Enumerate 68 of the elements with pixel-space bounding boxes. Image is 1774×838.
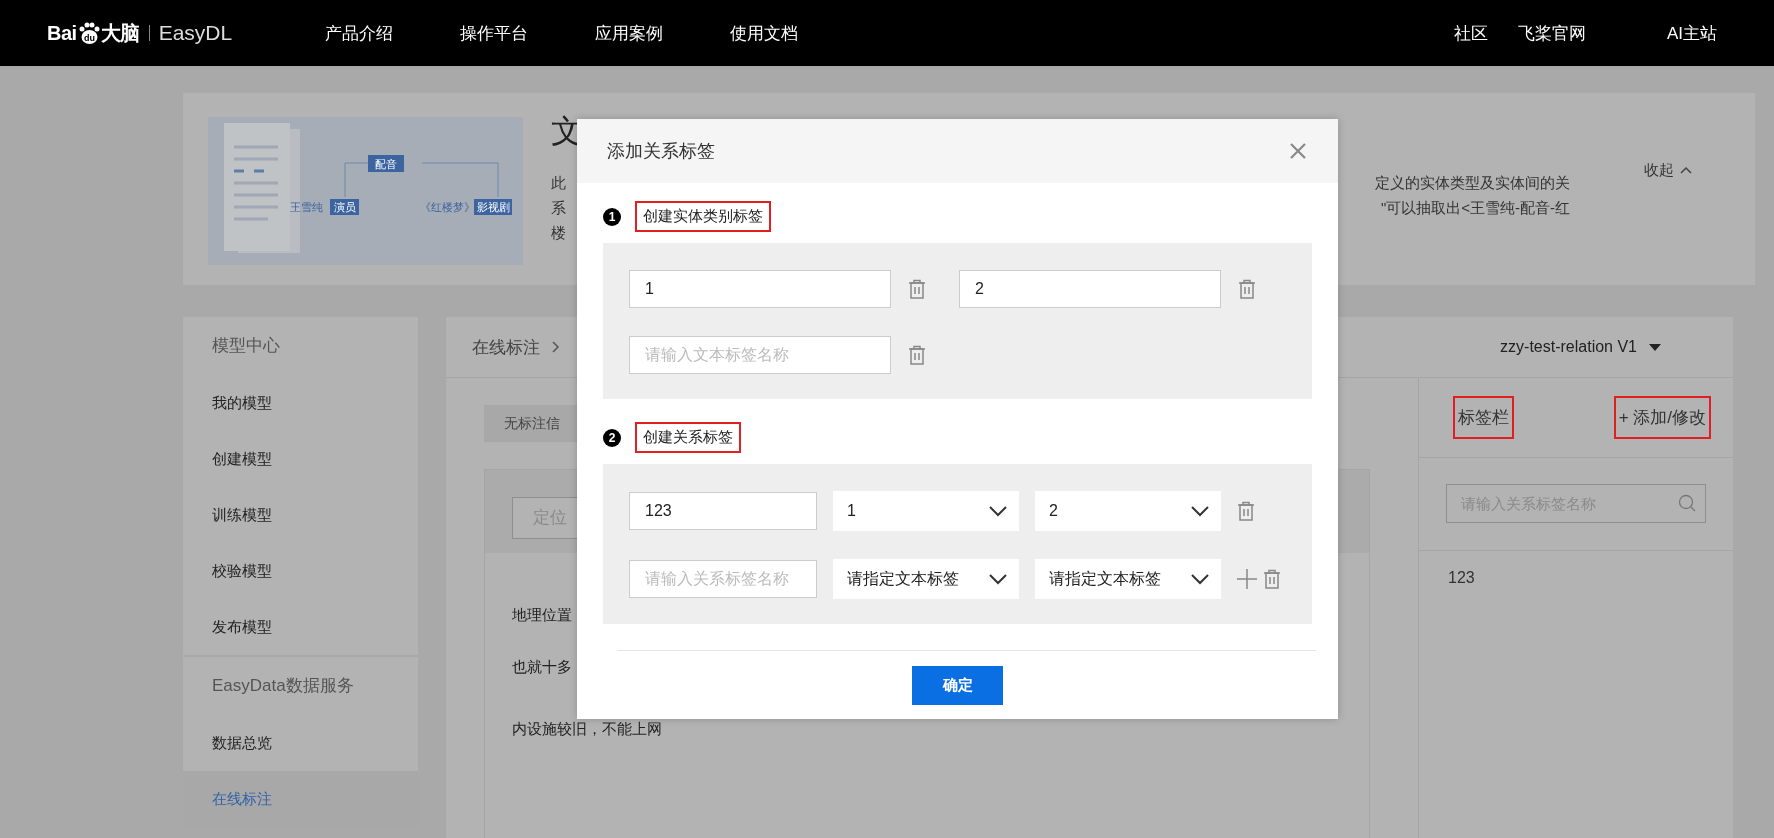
trash-icon[interactable] <box>1238 279 1256 299</box>
nav-link[interactable]: 飞桨官网 <box>1517 21 1586 45</box>
text-input[interactable]: 请输入文本标签名称 <box>629 336 891 374</box>
chevron-right-icon <box>552 341 560 353</box>
description-text: 定义的实体类型及实体间的关 <box>1374 173 1570 193</box>
text-line: 也就十多 <box>512 657 572 677</box>
relation-tag: 配音 <box>368 155 404 172</box>
logo-text[interactable]: Bai <box>47 21 77 45</box>
text-line: 内设施较旧，不能上网 <box>512 719 662 739</box>
text-input[interactable]: 请输入关系标签名称 <box>629 560 817 598</box>
dropdown[interactable]: 请指定文本标签 <box>833 559 1019 599</box>
logo-text[interactable]: 大脑 <box>100 19 140 47</box>
sidebar-item[interactable]: 校验模型 <box>183 543 418 599</box>
sidebar-item[interactable]: 我的模型 <box>183 375 418 431</box>
chevron-down-icon <box>989 505 1007 517</box>
description-text: 此 <box>551 173 567 193</box>
step-number: 2 <box>603 428 621 447</box>
sidebar-item[interactable]: 创建模型 <box>183 431 418 487</box>
sidebar-item[interactable]: 发布模型 <box>183 599 418 655</box>
chevron-down-icon <box>1191 505 1209 517</box>
dropdown[interactable]: 1 <box>833 491 1019 531</box>
nav-link[interactable]: 使用文档 <box>730 21 798 45</box>
plus-icon[interactable] <box>1237 569 1257 589</box>
step-number: 1 <box>603 207 621 226</box>
entity-label: 王雪纯 <box>290 201 323 213</box>
chevron-down-icon <box>989 573 1007 585</box>
nav-link[interactable]: 产品介绍 <box>325 21 393 45</box>
caret-down-icon <box>1649 343 1661 351</box>
confirm-button[interactable]: 确定 <box>912 666 1003 705</box>
description-text: 楼 <box>551 223 567 243</box>
dropdown[interactable]: 2 <box>1035 491 1221 531</box>
filter-tab[interactable]: 无标注信 <box>484 405 577 442</box>
collapse-link[interactable]: 收起 <box>1644 160 1674 180</box>
nav-link[interactable]: 应用案例 <box>595 21 663 45</box>
search-icon[interactable] <box>1678 494 1696 512</box>
text-input[interactable]: 1 <box>629 270 891 308</box>
trash-icon[interactable] <box>1237 501 1255 521</box>
chevron-down-icon <box>1191 573 1209 585</box>
nav-link[interactable]: AI主站 <box>1666 21 1717 45</box>
trash-icon[interactable] <box>1263 569 1281 589</box>
section-label: 创建实体类别标签 <box>635 201 771 232</box>
trash-icon[interactable] <box>908 279 926 299</box>
entity-type-tag: 演员 <box>330 199 359 215</box>
model-dropdown[interactable]: zzy-test-relation V1 <box>1500 338 1661 356</box>
section-label: 创建关系标签 <box>635 422 741 453</box>
entity-type-tag: 影视剧 <box>474 199 512 215</box>
sidebar-heading: EasyData数据服务 <box>211 675 355 697</box>
product-name[interactable]: EasyDL <box>158 21 233 45</box>
dialog-title: 添加关系标签 <box>607 140 716 163</box>
sidebar-heading: 模型中心 <box>211 335 281 357</box>
nav-link[interactable]: 操作平台 <box>460 21 528 45</box>
text-input[interactable]: 2 <box>959 270 1221 308</box>
chevron-up-icon[interactable] <box>1680 166 1692 174</box>
text-line: 地理位置 <box>512 605 572 625</box>
breadcrumb-link[interactable]: 在线标注 <box>472 335 540 359</box>
sidebar-item[interactable]: 训练模型 <box>183 487 418 543</box>
panel-title: 标签栏 <box>1453 396 1514 439</box>
dropdown[interactable]: 请指定文本标签 <box>1035 559 1221 599</box>
text-input[interactable]: 123 <box>629 492 817 530</box>
description-text: 系 <box>551 198 567 218</box>
entity-label: 《红楼梦》 <box>420 201 475 213</box>
description-text: "可以抽取出<王雪纯-配音-红 <box>1379 198 1570 218</box>
label-item[interactable]: 123 <box>1419 551 1733 605</box>
sidebar-item[interactable]: 数据总览 <box>183 715 418 771</box>
add-edit-link[interactable]: + 添加/修改 <box>1613 396 1711 439</box>
nav-link[interactable]: 社区 <box>1453 21 1488 45</box>
close-icon[interactable] <box>1290 143 1306 159</box>
trash-icon[interactable] <box>908 345 926 365</box>
